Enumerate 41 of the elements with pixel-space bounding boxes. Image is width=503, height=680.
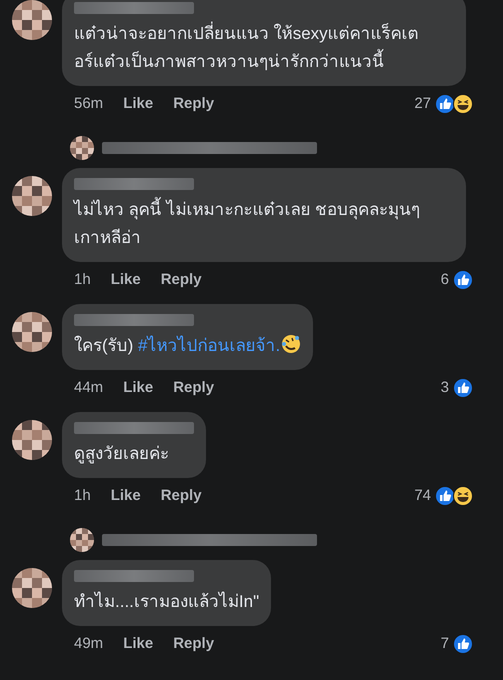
comment-text: แต๋วน่าจะอยากเปลี่ยนแนว ให้sexyแต่คาแร็คเตอร์แต๋วเป็นภาพสาวหวานๆน่ารักกว่าแนวนี้ [74,20,454,76]
avatar [70,528,94,552]
reaction-count: 27 [414,94,431,114]
thumbs-up-icon [435,486,455,506]
avatar [70,136,94,160]
avatar [12,568,52,608]
reply-link[interactable]: Reply [173,92,214,116]
reaction-count: 7 [440,634,449,654]
laughing-face-icon [453,94,473,114]
thumbs-up-icon [453,270,473,290]
comment-text: ดูสูงวัยเลยค่ะ [74,443,170,466]
thumbs-up-icon [453,634,473,654]
comment-text: ใคร(รับ) #ไหวไปก่อนเลยจ้า. [74,332,302,360]
reply-link[interactable]: Reply [173,632,214,656]
comment-time: 56m [74,94,104,114]
reaction-count: 74 [414,486,431,506]
avatar [12,312,52,352]
laughing-face-icon [453,486,473,506]
comment-time: 1h [74,486,91,506]
reply-link[interactable]: Reply [160,268,202,292]
reaction-count: 3 [440,378,449,398]
hashtag-link[interactable]: #ไหวไปก่อนเลยจ้า. [138,336,280,355]
like-link[interactable]: Like [123,92,154,116]
like-link[interactable]: Like [123,632,154,656]
like-link[interactable]: Like [110,484,141,508]
comment-time: 1h [74,270,91,290]
comment-text: ทำไม....เรามองแล้วไม่In" [74,590,260,613]
avatar [12,420,52,460]
comment-time: 49m [74,634,104,654]
comment-time: 44m [74,378,104,398]
comment-text: ไม่ไหว ลุคนี้ ไม่เหมาะกะแต๋วเลย ชอบลุคละมุนๆเกาหลีอ่า [74,196,454,252]
reply-link[interactable]: Reply [173,376,214,400]
avatar [12,0,52,40]
thumbs-up-icon [453,378,473,398]
reply-link[interactable]: Reply [160,484,202,508]
like-link[interactable]: Like [123,376,154,400]
laughing-tears-icon [281,334,302,354]
reaction-count: 6 [440,270,449,290]
like-link[interactable]: Like [110,268,141,292]
avatar [12,176,52,216]
thumbs-up-icon [435,94,455,114]
